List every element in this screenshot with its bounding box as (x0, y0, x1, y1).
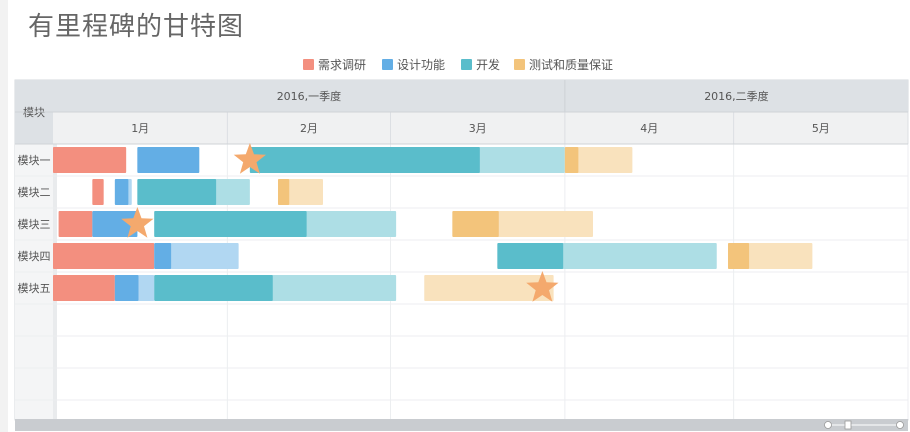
zoom-in-icon[interactable] (896, 421, 904, 429)
task-progress-dev (154, 211, 307, 237)
task-progress-dev (137, 179, 217, 205)
task-progress-test (728, 243, 750, 269)
task-progress-research (53, 243, 155, 269)
task-progress-dev (154, 275, 273, 301)
task-progress-research (53, 147, 127, 173)
task-progress-research (92, 179, 104, 205)
row-label: 模块五 (18, 282, 51, 295)
task-progress-research (58, 211, 93, 237)
quarter-label: 2016,二季度 (704, 89, 769, 103)
month-label: 2月 (300, 122, 318, 135)
row-label: 模块三 (18, 218, 51, 231)
month-label: 5月 (812, 122, 830, 135)
zoom-out-icon[interactable] (824, 421, 832, 429)
task-progress-test (278, 179, 290, 205)
gantt-chart: 模块 1月 2月 3月 4月 5月2016,一季度 2016,二季度 模块一模块二模块三模… (14, 79, 909, 431)
task-progress-research (53, 275, 115, 301)
month-label: 3月 (469, 122, 487, 135)
task-progress-dev (497, 243, 564, 269)
task-progress-design (114, 275, 139, 301)
quarter-label: 2016,一季度 (277, 89, 342, 103)
row-label: 模块一 (18, 154, 51, 167)
row-label: 模块四 (18, 250, 51, 263)
task-progress-test (452, 211, 499, 237)
row-label: 模块二 (18, 186, 51, 199)
task-progress-design (154, 243, 172, 269)
month-label: 4月 (640, 122, 658, 135)
month-label: 1月 (131, 122, 149, 135)
task-progress-design (114, 179, 129, 205)
horizontal-scrollbar[interactable] (15, 419, 908, 431)
quarter-header-bg (15, 80, 908, 112)
task-progress-dev (249, 147, 480, 173)
task-progress-design (137, 147, 200, 173)
zoom-slider-handle[interactable] (844, 420, 852, 430)
task-progress-test (564, 147, 579, 173)
